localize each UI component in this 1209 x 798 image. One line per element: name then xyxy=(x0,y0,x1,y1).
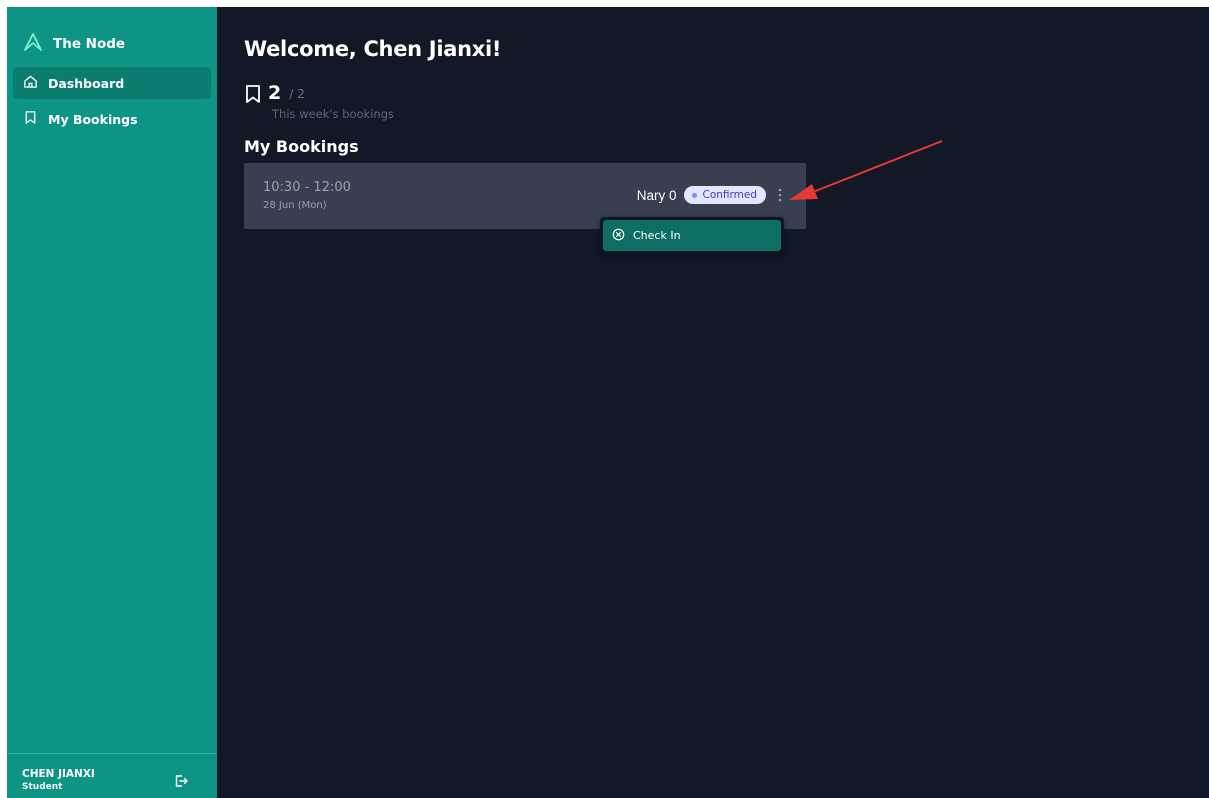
room-name: Nary 0 xyxy=(636,187,677,203)
booking-meta: Nary 0 Confirmed xyxy=(637,186,786,204)
sidebar-item-dashboard[interactable]: Dashboard xyxy=(13,67,211,99)
sidebar-item-label: My Bookings xyxy=(48,111,138,127)
brand-name: The Node xyxy=(53,36,126,52)
user-panel: CHEN JIANXI Student xyxy=(7,753,217,798)
home-icon xyxy=(23,74,38,92)
booking-date: 28 Jun (Mon) xyxy=(263,200,327,211)
booking-actions-menu: Check In xyxy=(600,217,784,255)
sidebar-item-my-bookings[interactable]: My Bookings xyxy=(13,103,211,135)
stat-label: This week's bookings xyxy=(272,107,394,121)
check-in-menu-item[interactable]: Check In xyxy=(603,220,781,251)
x-circle-icon xyxy=(612,228,625,244)
brand-logo-icon xyxy=(23,32,43,56)
stat-count: 2 xyxy=(268,82,282,104)
status-label: Confirmed xyxy=(702,189,757,201)
weekly-bookings-stat: 2 / 2 xyxy=(244,83,1209,108)
bookmark-icon xyxy=(23,110,38,128)
sidebar-item-label: Dashboard xyxy=(48,75,125,91)
brand[interactable]: The Node xyxy=(7,7,217,61)
stat-total: / 2 xyxy=(289,87,305,101)
booking-time: 10:30 - 12:00 xyxy=(263,180,351,195)
app-window: The Node Dashboard My Bookings CHEN JIAN… xyxy=(7,7,1209,798)
status-badge: Confirmed xyxy=(684,186,766,204)
page-title: Welcome, Chen Jianxi! xyxy=(244,37,502,61)
logout-icon[interactable] xyxy=(173,773,189,789)
sidebar-nav: Dashboard My Bookings xyxy=(7,61,217,135)
menu-item-label: Check In xyxy=(633,229,681,242)
status-dot-icon xyxy=(692,192,698,198)
sidebar: The Node Dashboard My Bookings CHEN JIAN… xyxy=(7,7,217,798)
main-content: Welcome, Chen Jianxi! 2 / 2 This week's … xyxy=(217,7,1209,798)
bookmark-icon xyxy=(244,83,262,108)
more-options-icon[interactable] xyxy=(774,187,786,203)
section-title: My Bookings xyxy=(244,137,359,156)
